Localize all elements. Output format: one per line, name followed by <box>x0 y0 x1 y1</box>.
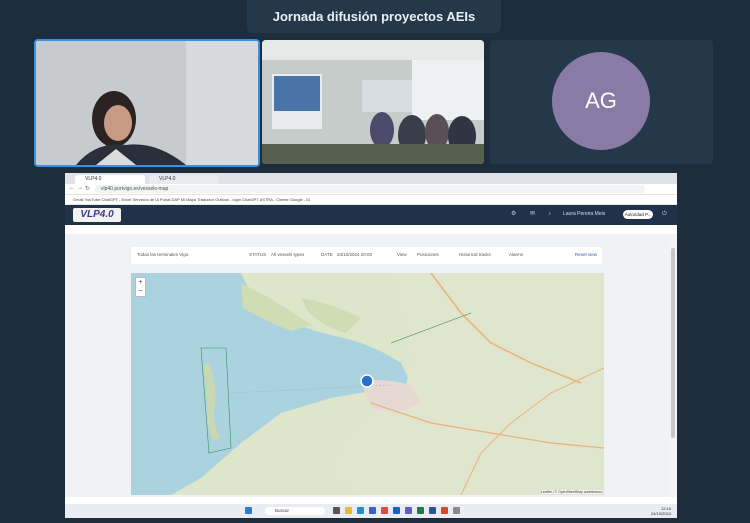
tray-icon[interactable] <box>453 507 460 514</box>
notification-icon[interactable]: ✉ <box>530 211 537 218</box>
map-canvas <box>131 273 604 495</box>
app-logo[interactable]: VLP4.0 <box>73 208 121 222</box>
positions-toggle[interactable]: Posiciones <box>417 252 439 257</box>
zoom-out-button[interactable]: − <box>136 287 145 296</box>
filters-bar: Todas las terminales Vigo STATUS All ves… <box>131 247 602 264</box>
taskview-icon[interactable] <box>333 507 340 514</box>
windows-taskbar: Buscar 12:15 24/10/2024 <box>65 504 677 518</box>
bell-icon[interactable]: ♪ <box>548 211 555 218</box>
participant-tile-1[interactable] <box>34 39 260 167</box>
app-header: VLP4.0 ⚙ ✉ ♪ Laura Pereira Meis Autorida… <box>65 205 677 225</box>
page-scrollbar[interactable] <box>670 234 677 497</box>
scrollbar-thumb[interactable] <box>671 248 675 438</box>
view-label: View <box>397 252 407 257</box>
files-icon[interactable] <box>345 507 352 514</box>
date-field[interactable]: 24/10/2024 20:00 <box>337 252 372 257</box>
logout-icon[interactable]: ⏻ <box>662 211 669 218</box>
excel-icon[interactable] <box>417 507 424 514</box>
browser-tab-2[interactable]: VLP4.0 <box>149 175 219 184</box>
terminal-select[interactable]: Todas las terminales Vigo <box>137 252 188 257</box>
map-attribution[interactable]: Leaflet | © OpenStreetMap contributors <box>541 490 602 494</box>
forward-icon[interactable]: → <box>77 185 83 191</box>
browser-tab-1[interactable]: VLP4.0 <box>75 175 145 184</box>
meeting-title-bar: Jornada difusión proyectos AEIs <box>247 0 501 33</box>
app-content: Todas las terminales Vigo STATUS All ves… <box>65 234 670 497</box>
clock-date: 24/10/2024 <box>650 511 671 516</box>
store-icon[interactable] <box>369 507 376 514</box>
outlook-icon[interactable] <box>393 507 400 514</box>
participant-video-1 <box>36 41 258 165</box>
status-label: STATUS <box>249 252 267 257</box>
user-name: Laura Pereira Meis <box>563 211 606 217</box>
zoom-control: + − <box>135 277 146 297</box>
status-select[interactable]: All vessels types <box>271 252 304 257</box>
start-icon[interactable] <box>245 507 252 514</box>
chrome-icon[interactable] <box>381 507 388 514</box>
address-field[interactable]: vlp40.portvigo.es/vessels-map <box>95 185 645 193</box>
participant-avatar: AG <box>552 52 650 150</box>
shared-screen: VLP4.0 VLP4.0 ← → ↻ vlp40.portvigo.es/ve… <box>65 173 677 518</box>
participant-video-2 <box>262 40 484 164</box>
word-icon[interactable] <box>429 507 436 514</box>
back-icon[interactable]: ← <box>69 185 75 191</box>
historical-toggle[interactable]: Historical tracks <box>459 252 491 257</box>
taskbar-clock[interactable]: 12:15 24/10/2024 <box>651 506 671 516</box>
vessels-map[interactable]: + − Leaflet | © OpenStreetMap contributo… <box>131 273 604 495</box>
teams-icon[interactable] <box>405 507 412 514</box>
avatar-initials: AG <box>585 88 617 113</box>
reload-icon[interactable]: ↻ <box>85 185 90 192</box>
participant-tile-2[interactable] <box>262 40 484 164</box>
edge-icon[interactable] <box>357 507 364 514</box>
browser-url-bar: ← → ↻ vlp40.portvigo.es/vessels-map <box>65 184 677 195</box>
zoom-in-button[interactable]: + <box>136 278 145 287</box>
settings-icon[interactable]: ⚙ <box>511 211 518 218</box>
app-icon[interactable] <box>441 507 448 514</box>
taskbar-search[interactable]: Buscar <box>265 507 325 515</box>
meeting-title: Jornada difusión proyectos AEIs <box>272 9 476 24</box>
date-label: DATE <box>321 252 333 257</box>
alarms-toggle[interactable]: Alarms <box>509 252 523 257</box>
bookmarks-bar[interactable]: Gmail YouTube ChatGPT - Excel Servicios … <box>65 195 677 205</box>
participant-tile-3[interactable]: AG <box>490 40 713 164</box>
browser-tab-strip: VLP4.0 VLP4.0 <box>65 173 677 184</box>
user-menu-button[interactable]: Autoridad P... <box>623 210 653 219</box>
reset-view-button[interactable]: Reset view <box>575 252 597 257</box>
